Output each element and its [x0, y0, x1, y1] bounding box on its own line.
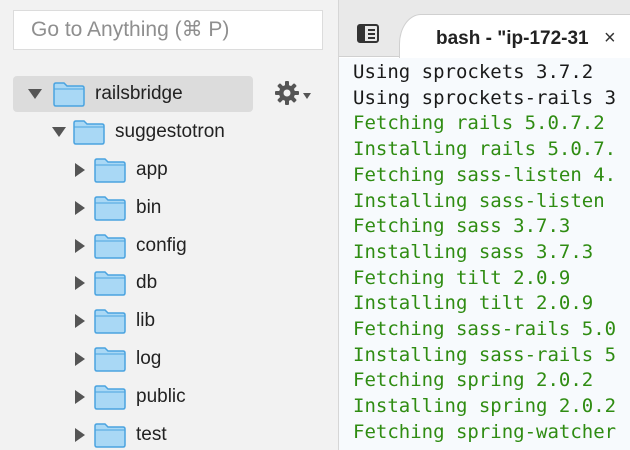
go-to-anything-input[interactable] — [13, 10, 323, 50]
tab-title: bash - "ip-172-31 — [436, 28, 589, 49]
folder-icon — [94, 422, 126, 448]
terminal-line: Installing sass 3.7.3 — [353, 240, 594, 263]
terminal-line: Installing sass-listen — [353, 189, 605, 212]
tree-item-db[interactable]: db — [72, 265, 312, 301]
tree-item-lib[interactable]: lib — [72, 303, 312, 339]
terminal-line: Fetching spring 2.0.2 — [353, 369, 594, 392]
tree-item-label: lib — [136, 310, 156, 332]
terminal-line: Fetching tilt 2.0.9 — [353, 266, 571, 289]
folder-icon — [94, 157, 126, 183]
tree-item-app[interactable]: app — [72, 152, 312, 188]
tree-item-label: db — [136, 272, 158, 294]
terminal-line: Fetching rails 5.0.7.2 — [353, 112, 605, 135]
triangle-right-icon[interactable] — [72, 427, 88, 443]
folder-icon — [94, 233, 126, 259]
tree-item-label: test — [136, 423, 167, 445]
terminal-line: Installing spring 2.0.2 — [353, 395, 617, 418]
terminal-panel: bash - "ip-172-31 × Using sprockets 3.7.… — [338, 0, 630, 450]
folder-icon — [94, 270, 126, 297]
terminal-line: Using sprockets-rails 3 — [353, 86, 617, 109]
terminal-line: Using sprockets 3.7.2 — [353, 61, 594, 83]
terminal-line: Fetching spring-watcher — [353, 420, 617, 443]
tree-item-bin[interactable]: bin — [72, 190, 312, 226]
tree-item-label: suggestotron — [115, 121, 225, 142]
folder-icon — [94, 346, 126, 372]
close-icon[interactable]: × — [604, 27, 616, 50]
triangle-right-icon[interactable] — [72, 200, 88, 216]
file-tree-panel: railsbridge — [0, 0, 338, 450]
tree-item-suggestotron[interactable]: suggestotron — [51, 114, 291, 150]
tree-item-label: public — [136, 385, 186, 407]
settings-button[interactable] — [274, 80, 314, 111]
tab-menu-icon[interactable] — [357, 24, 381, 44]
tree-item-railsbridge[interactable]: railsbridge — [13, 76, 253, 112]
triangle-right-icon[interactable] — [72, 275, 88, 291]
terminal-line: Fetching sass-listen 4. — [353, 163, 617, 186]
terminal-line: Installing rails 5.0.7. — [353, 138, 617, 161]
terminal-line: Installing sass-rails 5 — [353, 343, 617, 366]
chevron-down-icon — [303, 86, 311, 104]
triangle-right-icon[interactable] — [72, 238, 88, 254]
triangle-right-icon[interactable] — [72, 389, 88, 405]
terminal-line: Fetching sass-rails 5.0 — [353, 318, 617, 340]
tree-item-label: config — [136, 234, 187, 256]
tree-item-config[interactable]: config — [72, 228, 312, 264]
tree-item-public[interactable]: public — [72, 379, 312, 415]
tab-bar: bash - "ip-172-31 × — [339, 0, 630, 58]
folder-icon — [94, 308, 126, 334]
tree-item-test[interactable]: test — [72, 417, 312, 450]
terminal-line: Fetching sass 3.7.3 — [353, 215, 571, 238]
tree-item-label: railsbridge — [95, 83, 183, 104]
tree-item-label: log — [136, 348, 162, 369]
tree-item-log[interactable]: log — [72, 341, 312, 377]
folder-icon — [53, 81, 85, 107]
terminal-output[interactable]: Using sprockets 3.7.2 Using sprockets-rai… — [339, 58, 630, 450]
gear-icon — [274, 80, 300, 111]
tab-terminal[interactable]: bash - "ip-172-31 × — [399, 14, 630, 58]
triangle-down-icon[interactable] — [27, 86, 43, 102]
folder-icon — [94, 384, 126, 410]
triangle-right-icon[interactable] — [72, 351, 88, 367]
tree-item-label: bin — [136, 196, 162, 218]
terminal-line: Installing tilt 2.0.9 — [353, 292, 594, 315]
triangle-right-icon[interactable] — [72, 313, 88, 329]
tree-item-label: app — [136, 159, 168, 180]
triangle-down-icon[interactable] — [51, 124, 67, 140]
folder-icon — [73, 119, 105, 145]
triangle-right-icon[interactable] — [72, 162, 88, 178]
folder-icon — [94, 195, 126, 221]
